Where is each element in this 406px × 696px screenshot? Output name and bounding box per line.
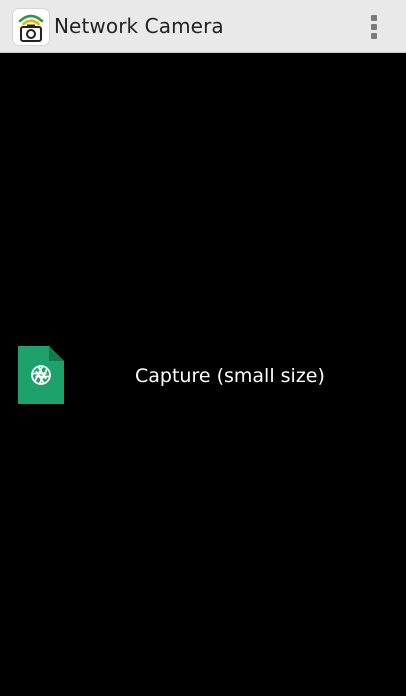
list-item-label: Capture (small size) [135,365,325,387]
content-area: Capture (small size) [0,53,406,696]
image-file-icon [18,346,64,404]
app-bar: Network Camera [0,0,406,53]
overflow-menu-icon[interactable] [362,8,386,46]
wifi-camera-icon[interactable] [12,8,50,46]
list-item-capture-small[interactable]: Capture (small size) [0,336,406,406]
app-title: Network Camera [54,14,224,38]
